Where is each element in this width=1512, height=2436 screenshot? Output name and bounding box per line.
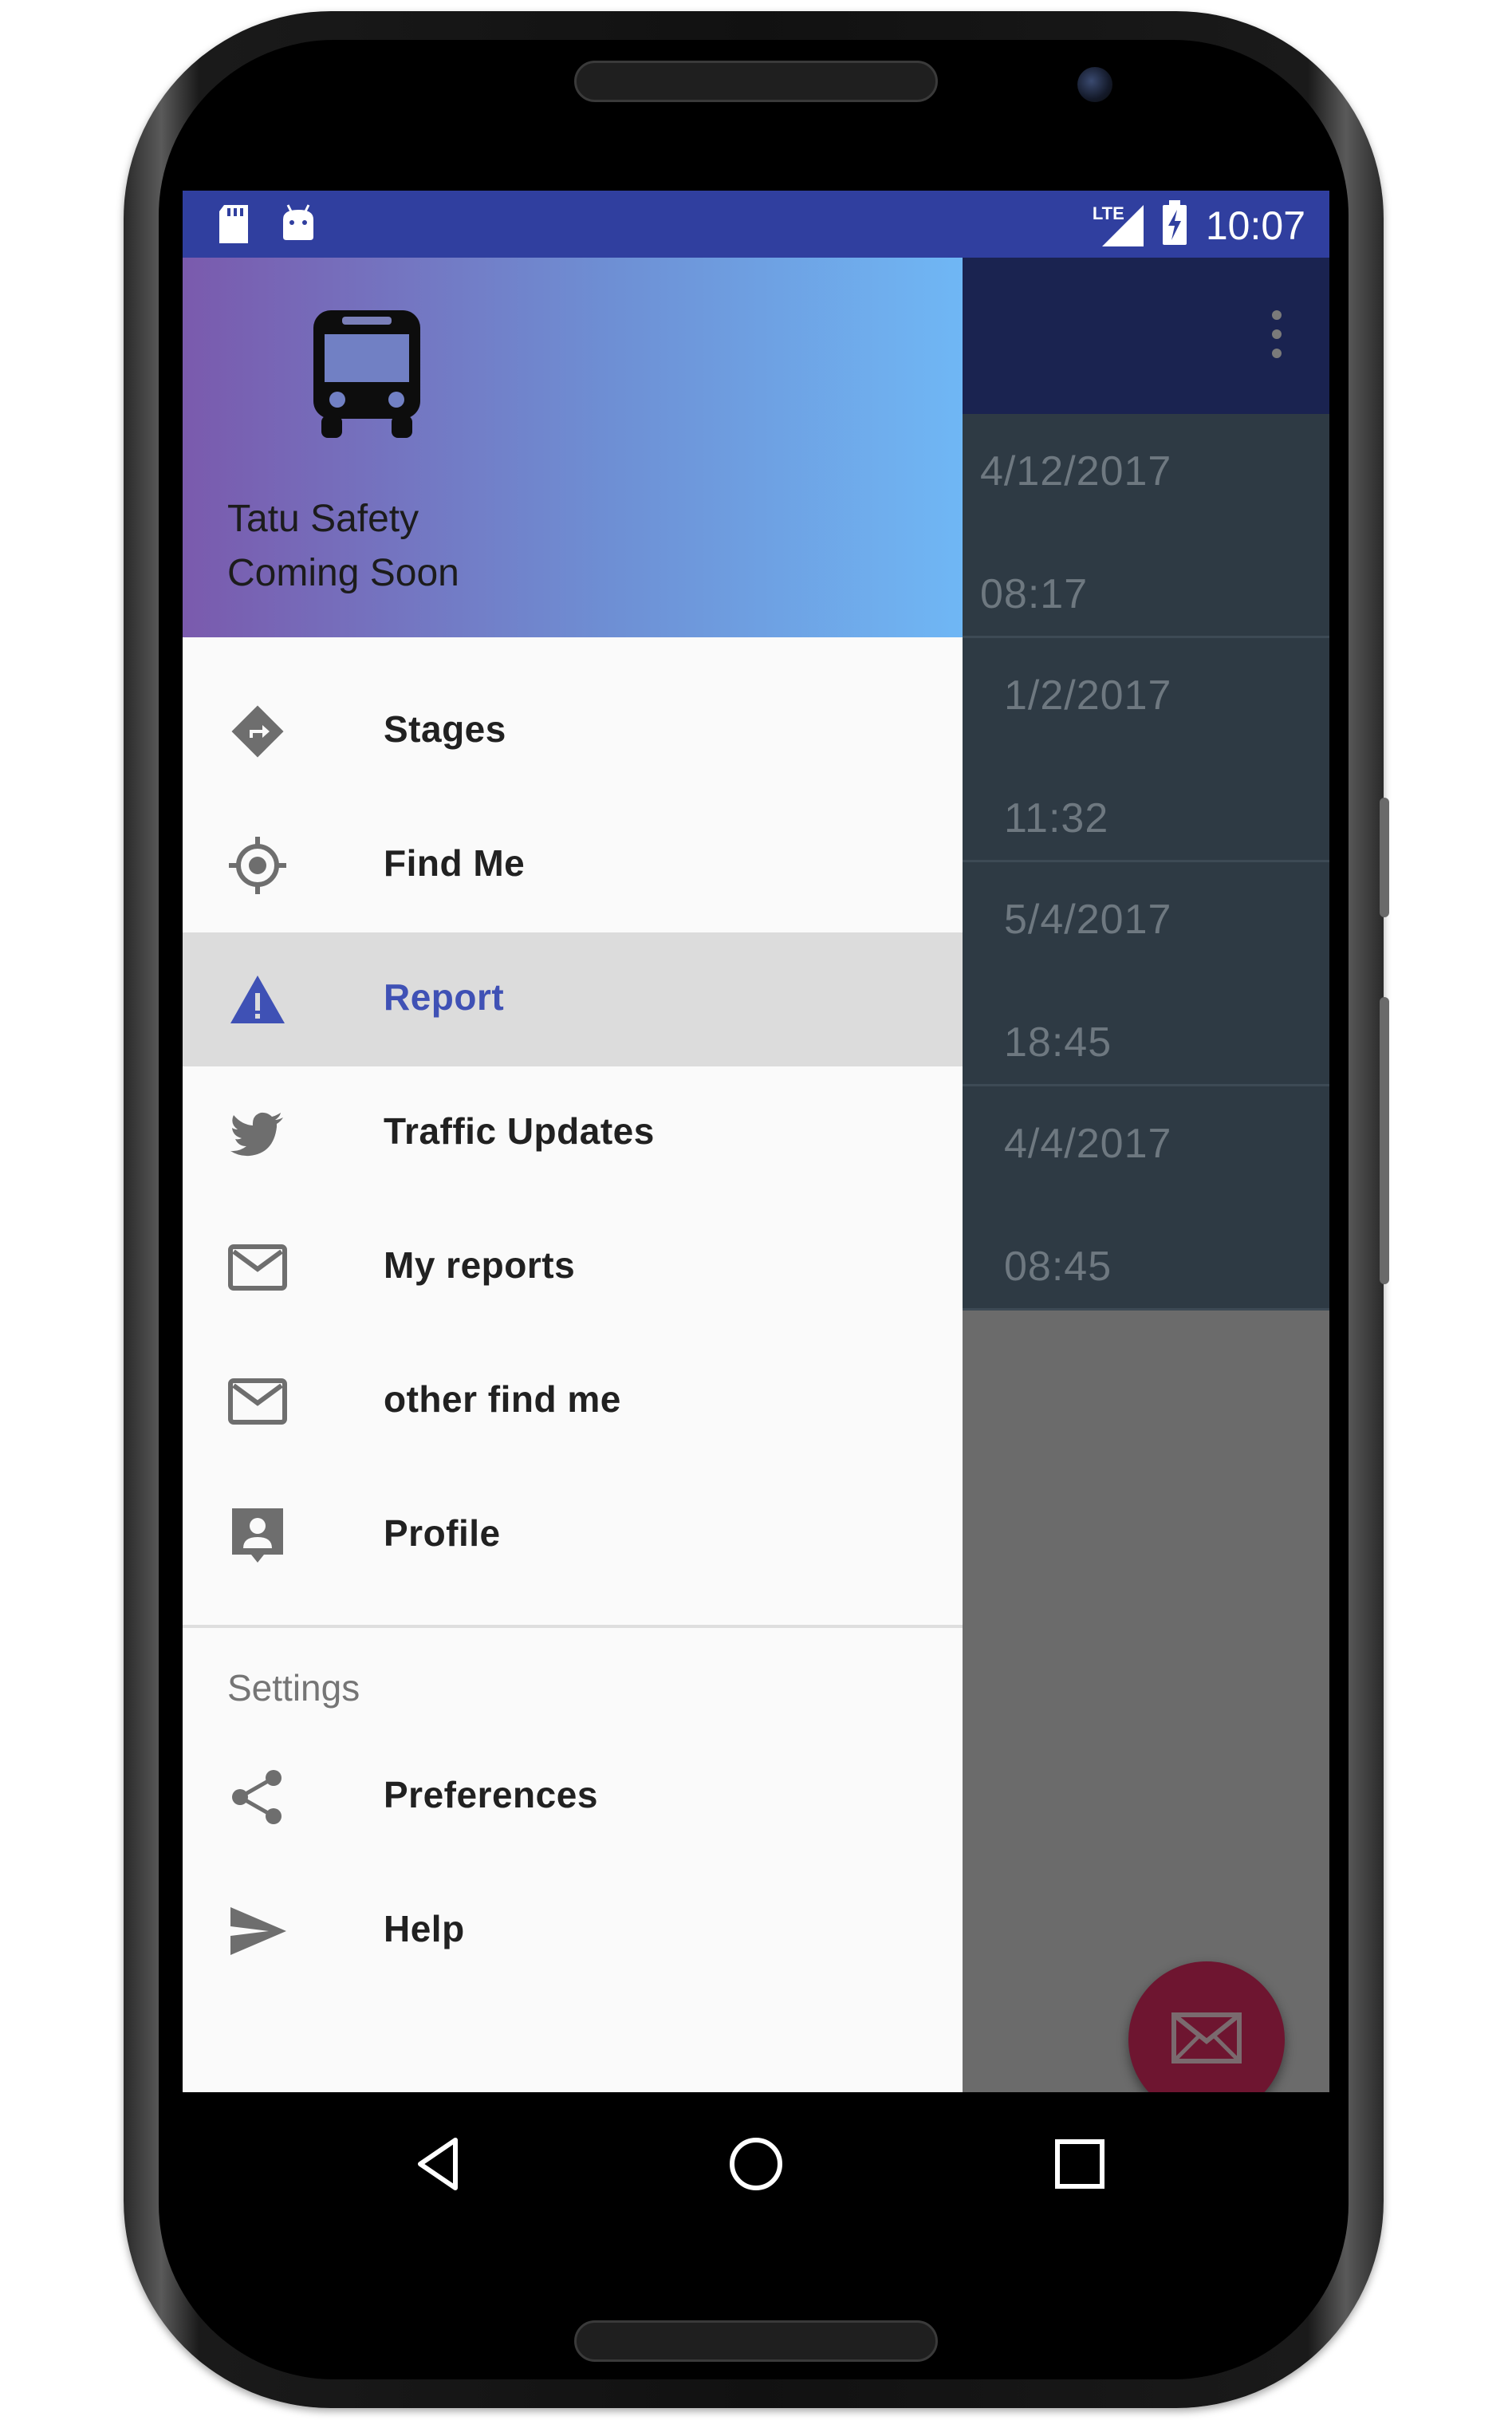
drawer-item-label: Report bbox=[384, 976, 505, 1018]
bus-icon bbox=[310, 305, 423, 440]
list-item-time: 11:32 bbox=[1004, 795, 1109, 842]
overflow-menu-icon[interactable] bbox=[1269, 310, 1285, 358]
list-item-date: 4/12/2017 bbox=[980, 448, 1172, 495]
back-icon[interactable] bbox=[409, 2132, 473, 2196]
mail-icon bbox=[227, 1237, 288, 1298]
drawer-header-subtitle: Coming Soon bbox=[227, 552, 459, 594]
drawer-divider bbox=[183, 1625, 963, 1628]
share-icon bbox=[227, 1767, 288, 1827]
home-icon[interactable] bbox=[724, 2132, 788, 2196]
list-item-time: 18:45 bbox=[1004, 1019, 1112, 1066]
drawer-header-title: Tatu Safety bbox=[227, 498, 419, 540]
lte-signal-icon: LTE bbox=[1093, 203, 1144, 248]
send-icon bbox=[227, 1901, 288, 1961]
drawer-item-label: Help bbox=[384, 1908, 465, 1949]
drawer-item-profile[interactable]: Profile bbox=[183, 1468, 963, 1602]
power-button bbox=[1380, 798, 1389, 917]
top-speaker bbox=[574, 61, 938, 102]
drawer-item-other-find-me[interactable]: other find me bbox=[183, 1334, 963, 1468]
drawer-item-preferences[interactable]: Preferences bbox=[183, 1730, 963, 1864]
drawer-item-label: Find Me bbox=[384, 842, 526, 884]
list-item-time: 08:45 bbox=[1004, 1244, 1112, 1290]
list-item-time: 08:17 bbox=[980, 571, 1089, 617]
network-type-label: LTE bbox=[1092, 203, 1124, 223]
warning-icon bbox=[227, 969, 288, 1030]
drawer-item-label: Stages bbox=[384, 708, 506, 750]
system-nav-bar bbox=[183, 2092, 1329, 2235]
drawer-item-label: other find me bbox=[384, 1378, 621, 1420]
gps-target-icon bbox=[227, 835, 288, 896]
drawer-item-label: Preferences bbox=[384, 1774, 598, 1815]
list-item-date: 1/2/2017 bbox=[1004, 672, 1172, 719]
drawer-item-label: Traffic Updates bbox=[384, 1110, 655, 1152]
status-bar: LTE 10:07 bbox=[183, 191, 1329, 258]
status-clock: 10:07 bbox=[1205, 203, 1305, 248]
list-item-date: 5/4/2017 bbox=[1004, 897, 1172, 943]
device-screen: LTE 10:07 4/12/2017 08:17 1/2/2017 11:32… bbox=[183, 191, 1329, 2235]
front-camera bbox=[1077, 67, 1112, 102]
drawer-item-label: Profile bbox=[384, 1512, 501, 1554]
drawer-header: Tatu Safety Coming Soon bbox=[183, 258, 963, 637]
navigation-drawer: Tatu Safety Coming Soon Stages Find Me R… bbox=[183, 258, 963, 2092]
drawer-item-help[interactable]: Help bbox=[183, 1864, 963, 1998]
battery-charging-icon bbox=[1161, 200, 1188, 250]
list-item-date: 4/4/2017 bbox=[1004, 1121, 1172, 1167]
drawer-item-stages[interactable]: Stages bbox=[183, 664, 963, 798]
drawer-item-label: My reports bbox=[384, 1244, 576, 1286]
android-icon bbox=[280, 203, 317, 249]
twitter-bird-icon bbox=[227, 1103, 288, 1164]
volume-button bbox=[1380, 997, 1389, 1284]
drawer-item-my-reports[interactable]: My reports bbox=[183, 1200, 963, 1334]
drawer-item-report[interactable]: Report bbox=[183, 932, 963, 1066]
sd-card-icon bbox=[216, 203, 251, 249]
directions-icon bbox=[227, 701, 288, 762]
drawer-item-find-me[interactable]: Find Me bbox=[183, 798, 963, 932]
mail-icon bbox=[227, 1371, 288, 1432]
drawer-item-traffic-updates[interactable]: Traffic Updates bbox=[183, 1066, 963, 1200]
recents-icon[interactable] bbox=[1048, 2132, 1112, 2196]
mail-icon bbox=[1171, 2012, 1242, 2067]
contact-card-icon bbox=[227, 1505, 288, 1566]
settings-section-title: Settings bbox=[227, 1667, 360, 1709]
bottom-speaker bbox=[574, 2320, 938, 2362]
